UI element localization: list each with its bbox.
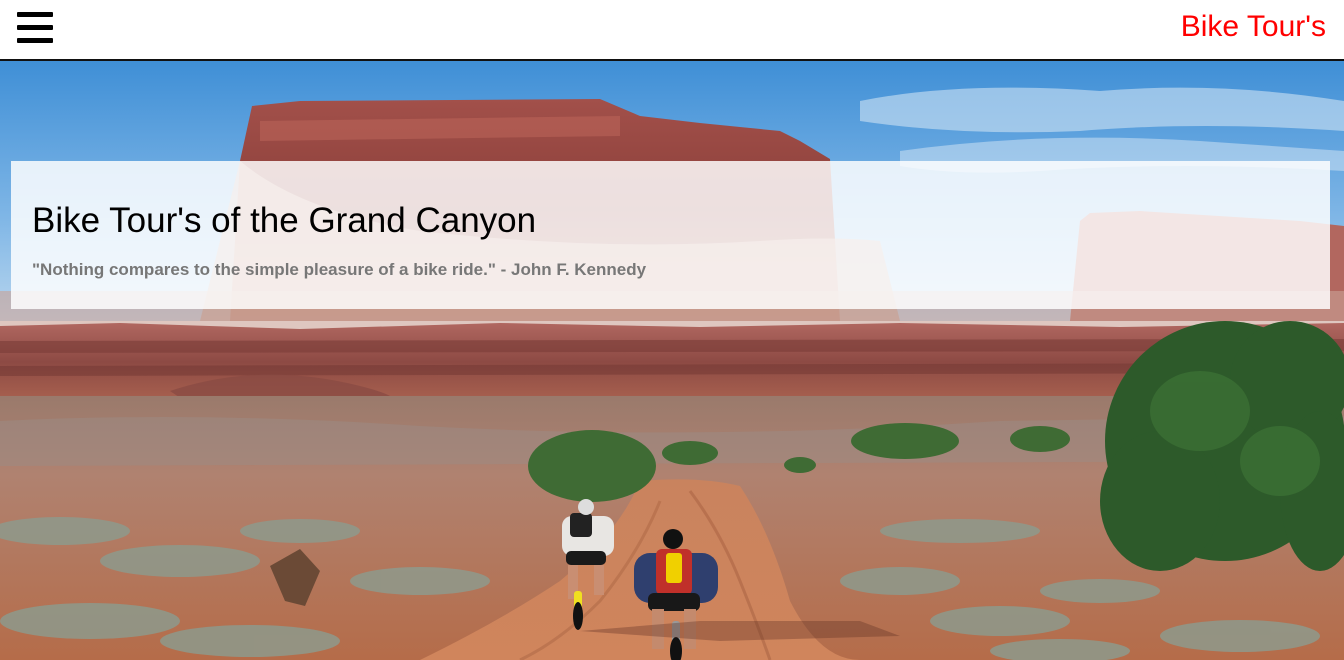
hero-image: Bike Tour's of the Grand Canyon "Nothing… bbox=[0, 61, 1344, 660]
navbar: Bike Tour's bbox=[0, 0, 1344, 61]
page-title: Bike Tour's of the Grand Canyon bbox=[32, 201, 537, 240]
brand-link[interactable]: Bike Tour's bbox=[1181, 9, 1326, 45]
hero-quote: "Nothing compares to the simple pleasure… bbox=[32, 260, 647, 279]
hero-jumbotron: Bike Tour's of the Grand Canyon "Nothing… bbox=[11, 161, 1330, 309]
hamburger-menu-icon[interactable] bbox=[17, 12, 53, 44]
